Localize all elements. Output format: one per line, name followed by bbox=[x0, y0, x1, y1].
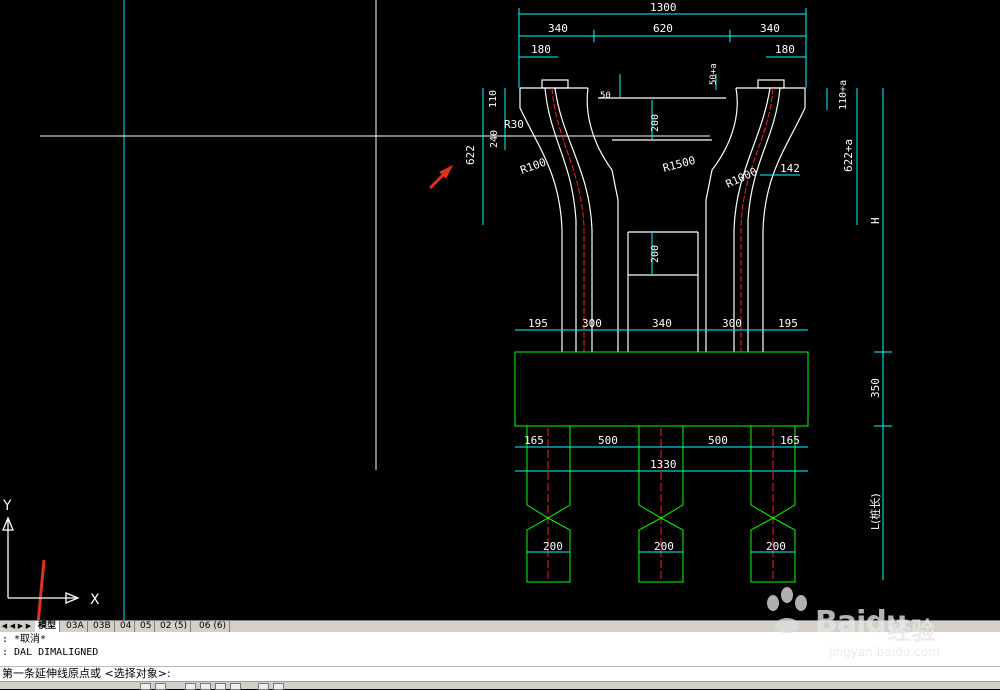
dim-h622: 622 bbox=[464, 145, 477, 165]
dim-cap-right: 180 bbox=[775, 43, 795, 56]
dim-cap-left: 180 bbox=[531, 43, 551, 56]
dim-beam200-mid: 200 bbox=[650, 245, 661, 263]
dim-p165-left: 165 bbox=[524, 434, 544, 447]
tab-05[interactable]: 05 bbox=[137, 621, 156, 632]
dim-gap-50a: 50+a bbox=[709, 63, 719, 85]
dim-top-total: 1300 bbox=[650, 1, 677, 14]
dim-h110a-right: 110+a bbox=[838, 80, 849, 110]
tab-nav-first-icon[interactable]: ◀ bbox=[1, 622, 8, 631]
tab-03a[interactable]: 03A bbox=[63, 621, 88, 632]
dim-beam200-top: 200 bbox=[650, 114, 661, 132]
dimension-lines bbox=[482, 8, 892, 580]
command-input[interactable]: 第一条延伸线原点或 <选择对象>: bbox=[0, 666, 1000, 681]
dim-w142: 142 bbox=[780, 162, 800, 175]
status-button-ortho[interactable] bbox=[185, 683, 196, 690]
status-button-model[interactable] bbox=[273, 683, 284, 690]
dim-pile-len: L(桩长) bbox=[868, 493, 882, 530]
status-button-otrack[interactable] bbox=[230, 683, 241, 690]
tab-03b[interactable]: 03B bbox=[90, 621, 115, 632]
dim-p1330: 1330 bbox=[650, 458, 677, 471]
tab-04[interactable]: 04 bbox=[117, 621, 136, 632]
status-button-osnap[interactable] bbox=[215, 683, 226, 690]
dim-h240: 240 bbox=[489, 130, 500, 148]
status-button-snap[interactable] bbox=[155, 683, 166, 690]
dim-top-mid: 620 bbox=[653, 22, 673, 35]
dim-c195-left: 195 bbox=[528, 317, 548, 330]
annotation-arrow bbox=[36, 164, 454, 620]
command-line-2: : DAL DIMALIGNED bbox=[2, 647, 99, 658]
dim-pile200-b: 200 bbox=[654, 540, 674, 553]
dim-c340: 340 bbox=[652, 317, 672, 330]
tab-02-5[interactable]: 02 (5) bbox=[157, 621, 192, 632]
dim-c300-left: 300 bbox=[582, 317, 602, 330]
dim-r100: R100 bbox=[519, 156, 548, 177]
dim-h110-left: 110 bbox=[488, 90, 499, 108]
pier-outline bbox=[519, 79, 806, 352]
dim-c195-right: 195 bbox=[778, 317, 798, 330]
drawing-canvas[interactable]: 1300 340 620 340 180 180 50 50+a 110 110… bbox=[0, 0, 1000, 620]
dim-r1500: R1500 bbox=[661, 154, 696, 175]
dim-top-right: 340 bbox=[760, 22, 780, 35]
tab-06-6[interactable]: 06 (6) bbox=[196, 621, 231, 632]
ucs-x-label: X bbox=[90, 592, 100, 608]
dim-c300-right: 300 bbox=[722, 317, 742, 330]
dim-h350: 350 bbox=[869, 378, 882, 398]
dim-pile200-a: 200 bbox=[543, 540, 563, 553]
status-button-lwt[interactable] bbox=[258, 683, 269, 690]
dim-h622a: 622+a bbox=[842, 139, 855, 172]
tab-nav-next-icon[interactable]: ▶ bbox=[17, 622, 24, 631]
dim-p165-right: 165 bbox=[780, 434, 800, 447]
dim-gap-50: 50 bbox=[600, 91, 611, 101]
tab-model[interactable]: 模型 bbox=[35, 621, 61, 632]
dim-top-left: 340 bbox=[548, 22, 568, 35]
command-line-1: : *取消* bbox=[2, 634, 47, 645]
tab-nav-prev-icon[interactable]: ◀ bbox=[9, 622, 16, 631]
status-button-polar[interactable] bbox=[200, 683, 211, 690]
command-history: : *取消* : DAL DIMALIGNED bbox=[0, 632, 1000, 666]
status-button-grid[interactable] bbox=[140, 683, 151, 690]
dim-r30: R30 bbox=[504, 118, 524, 131]
dim-H: H bbox=[869, 217, 882, 224]
dim-p500-right: 500 bbox=[708, 434, 728, 447]
dim-r1000: R1000 bbox=[724, 165, 760, 191]
tab-nav-last-icon[interactable]: ▶ bbox=[25, 622, 32, 631]
dim-p500-left: 500 bbox=[598, 434, 618, 447]
dim-pile200-c: 200 bbox=[766, 540, 786, 553]
ucs-y-label: Y bbox=[2, 498, 12, 514]
command-prompt-text: 第一条延伸线原点或 <选择对象>: bbox=[2, 667, 171, 680]
